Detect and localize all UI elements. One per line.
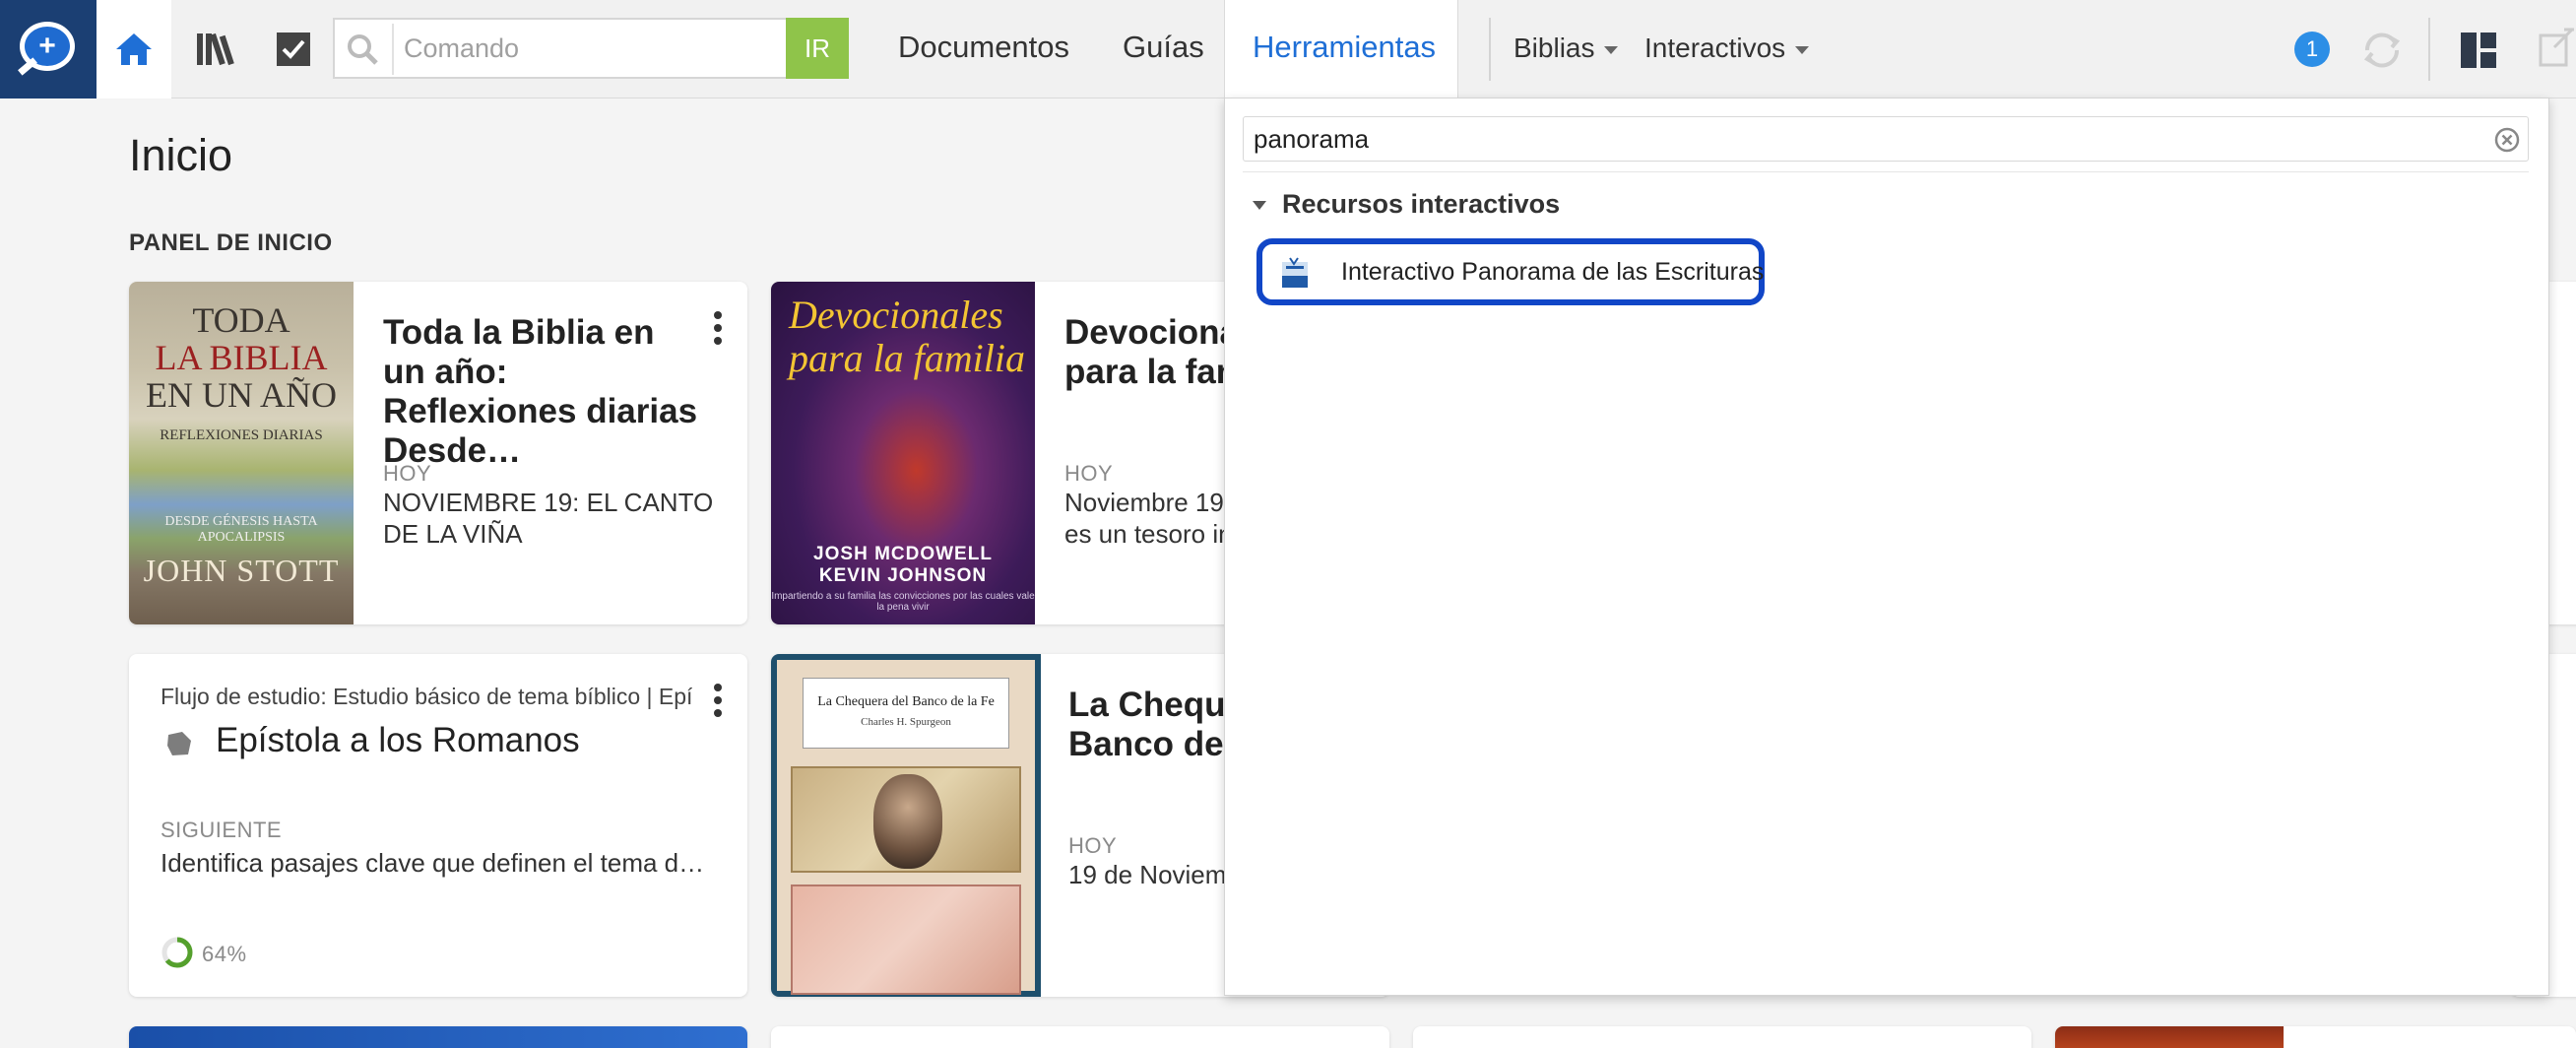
flow-header: Flujo de estudio: Estudio básico de tema… bbox=[161, 684, 692, 709]
card-title[interactable]: Toda la Biblia en un año: Reflexiones di… bbox=[383, 313, 698, 471]
tools-dropdown-panel: Recursos interactivos Interactivo Panora… bbox=[1224, 98, 2549, 996]
menu-tools-label: Herramientas bbox=[1253, 30, 1437, 64]
card-label: HOY bbox=[1068, 833, 1118, 858]
card-text[interactable]: 19 de Noviem bbox=[1068, 859, 1226, 890]
sync-icon[interactable] bbox=[2359, 28, 2405, 73]
command-input[interactable] bbox=[404, 28, 817, 69]
study-flow-icon bbox=[167, 732, 191, 755]
top-toolbar: IR Documentos Guías Herramientas Biblias… bbox=[0, 0, 2576, 98]
tools-search-input[interactable] bbox=[1254, 121, 2465, 157]
result-group-header[interactable]: Recursos interactivos bbox=[1253, 189, 1560, 220]
more-options-icon[interactable] bbox=[713, 311, 723, 347]
card-title[interactable]: La Cheque Banco de l bbox=[1068, 686, 1245, 764]
more-options-icon[interactable] bbox=[713, 684, 723, 719]
layout-icon[interactable] bbox=[2460, 32, 2497, 69]
book-cover-chequera[interactable]: La Chequera del Banco de la Fe Charles H… bbox=[771, 654, 1041, 997]
book-cover-toda-la-biblia[interactable]: TODA LA BIBLIA EN UN AÑO REFLEXIONES DIA… bbox=[129, 282, 354, 624]
menu-tools[interactable]: Herramientas bbox=[1224, 0, 1458, 98]
menu-bibles-label: Biblias bbox=[1513, 33, 1595, 63]
card-label: HOY bbox=[383, 461, 432, 486]
collapse-triangle-icon bbox=[1253, 201, 1266, 211]
reading-plan-card[interactable]: TODA LA BIBLIA EN UN AÑO REFLEXIONES DIA… bbox=[129, 282, 747, 624]
home-button[interactable] bbox=[97, 0, 171, 98]
clear-icon[interactable] bbox=[2494, 127, 2520, 153]
menu-interactives[interactable]: Interactivos bbox=[1644, 33, 1810, 64]
partial-card-bottom[interactable] bbox=[2055, 1026, 2576, 1048]
progress-text: 64% bbox=[202, 942, 247, 966]
book-cover-devocionales[interactable]: Devocionales para la familia JOSH MCDOWE… bbox=[771, 282, 1035, 624]
result-group-title: Recursos interactivos bbox=[1282, 189, 1561, 219]
interactive-resource-icon bbox=[1282, 257, 1308, 288]
card-title[interactable]: Devociona para la fam bbox=[1064, 313, 1247, 392]
tools-search-box bbox=[1243, 116, 2529, 162]
card-text[interactable]: Identifica pasajes clave que definen el … bbox=[161, 847, 722, 879]
search-icon bbox=[348, 34, 378, 65]
result-label: Interactivo Panorama de las Escrituras bbox=[1341, 258, 1765, 286]
partial-card-bottom[interactable] bbox=[129, 1026, 747, 1048]
result-panorama-escrituras[interactable]: Interactivo Panorama de las Escrituras bbox=[1256, 238, 1765, 305]
chevron-down-icon bbox=[1604, 45, 1619, 54]
tasks-button[interactable] bbox=[256, 0, 331, 98]
library-button[interactable] bbox=[177, 0, 252, 98]
card-title[interactable]: Epístola a los Romanos bbox=[216, 721, 580, 760]
menu-documents[interactable]: Documentos bbox=[898, 30, 1069, 65]
partial-card-bottom[interactable] bbox=[1413, 1026, 2031, 1048]
card-text[interactable]: NOVIEMBRE 19: EL CANTO DE LA VIÑA bbox=[383, 487, 728, 550]
notification-badge[interactable]: 1 bbox=[2294, 32, 2330, 67]
home-icon bbox=[116, 33, 152, 65]
progress-ring-icon bbox=[161, 937, 193, 968]
command-box bbox=[333, 18, 849, 79]
menu-interactives-label: Interactivos bbox=[1644, 33, 1786, 63]
section-title: PANEL DE INICIO bbox=[129, 229, 333, 256]
card-text[interactable]: Noviembre 19 es un tesoro in bbox=[1064, 487, 1233, 550]
checkbox-icon bbox=[277, 33, 310, 66]
menu-bibles[interactable]: Biblias bbox=[1513, 33, 1619, 64]
menu-guides[interactable]: Guías bbox=[1123, 30, 1204, 65]
book-cover-partial[interactable] bbox=[2055, 1026, 2284, 1048]
portrait-image bbox=[873, 774, 942, 869]
logos-logo-button[interactable] bbox=[0, 0, 97, 98]
card-label: HOY bbox=[1064, 461, 1114, 486]
go-button[interactable]: IR bbox=[786, 18, 849, 79]
study-flow-card[interactable]: Flujo de estudio: Estudio básico de tema… bbox=[129, 654, 747, 997]
partial-card-bottom[interactable] bbox=[771, 1026, 1389, 1048]
popout-window-icon[interactable] bbox=[2539, 26, 2576, 69]
library-icon bbox=[197, 33, 234, 66]
chevron-down-icon bbox=[1795, 45, 1810, 54]
page-title: Inicio bbox=[129, 130, 233, 180]
card-label: SIGUIENTE bbox=[161, 818, 283, 842]
